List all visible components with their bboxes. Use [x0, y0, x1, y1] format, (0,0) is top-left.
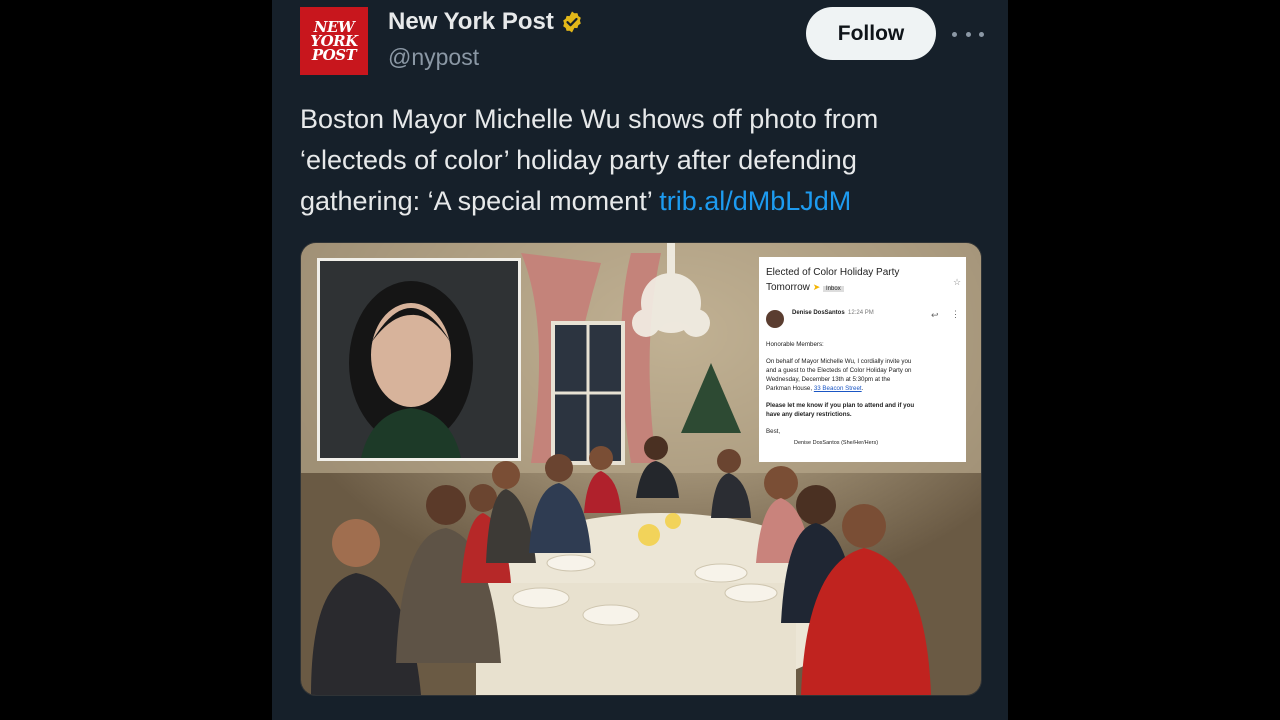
tweet-text: Boston Mayor Michelle Wu shows off photo…: [300, 99, 960, 222]
email-body-line: Parkman House, 33 Beacon Street.: [766, 384, 964, 393]
email-screenshot: Elected of Color Holiday Party Tomorrow …: [759, 257, 966, 462]
inbox-tag: Inbox: [823, 286, 844, 292]
follow-button[interactable]: Follow: [806, 7, 936, 60]
sender-row: Denise DosSantos 12:24 PM: [792, 310, 874, 316]
email-body-line: Wednesday, December 13th at 5:30pm at th…: [766, 376, 891, 383]
email-bold-line: have any dietary restrictions.: [766, 411, 852, 418]
email-greeting: Honorable Members:: [766, 341, 824, 348]
email-signoff: Best,: [766, 428, 781, 435]
email-body-end: .: [861, 385, 864, 392]
reply-icon: ↩: [931, 310, 939, 320]
email-bold-line: Please let me know if you plan to attend…: [766, 402, 915, 409]
email-time: 12:24 PM: [848, 310, 874, 316]
tweet-text-line: Boston Mayor Michelle Wu shows off photo…: [300, 104, 879, 134]
verified-badge-icon: [563, 11, 581, 33]
account-handle[interactable]: @nypost: [388, 44, 479, 71]
email-address-link: 33 Beacon Street: [813, 385, 862, 392]
avatar[interactable]: NEW YORK POST: [300, 7, 368, 75]
email-body-line: and a guest to the Electeds of Color Hol…: [766, 367, 912, 374]
account-name[interactable]: New York Post: [388, 8, 554, 36]
nypost-logo: NEW YORK POST: [310, 18, 358, 64]
email-subject-text: Tomorrow: [766, 282, 810, 293]
tweet-link[interactable]: trib.al/dMbLJdM: [659, 186, 851, 216]
email-subject-line: Elected of Color Holiday Party: [766, 267, 900, 278]
sender-name: Denise DosSantos: [792, 310, 845, 316]
tweet-text-segment: gathering: ‘A special moment’: [300, 186, 652, 216]
tweet-card: NEW YORK POST New York Post @nypost Foll…: [272, 0, 1008, 720]
tweet-media[interactable]: Elected of Color Holiday Party Tomorrow …: [300, 242, 982, 696]
email-body-line: On behalf of Mayor Michelle Wu, I cordia…: [766, 358, 912, 365]
star-icon: ☆: [953, 277, 962, 287]
tweet-text-line: ‘electeds of color’ holiday party after …: [300, 145, 857, 175]
email-body-text: Parkman House,: [766, 385, 813, 392]
tweet-text-line: gathering: ‘A special moment’ trib.al/dM…: [300, 181, 960, 222]
sender-avatar: [766, 310, 784, 328]
more-icon[interactable]: [952, 22, 984, 46]
email-more-icon: ⋮: [951, 309, 960, 319]
email-body: Honorable Members: On behalf of Mayor Mi…: [766, 340, 964, 448]
account-name-row: New York Post: [388, 8, 584, 36]
email-subject-line: Tomorrow ➤ Inbox: [766, 280, 899, 297]
email-signature: Denise DosSantos (She/Her/Hers): [794, 440, 879, 446]
important-icon: ➤: [812, 282, 821, 292]
email-subject: Elected of Color Holiday Party Tomorrow …: [766, 265, 899, 297]
